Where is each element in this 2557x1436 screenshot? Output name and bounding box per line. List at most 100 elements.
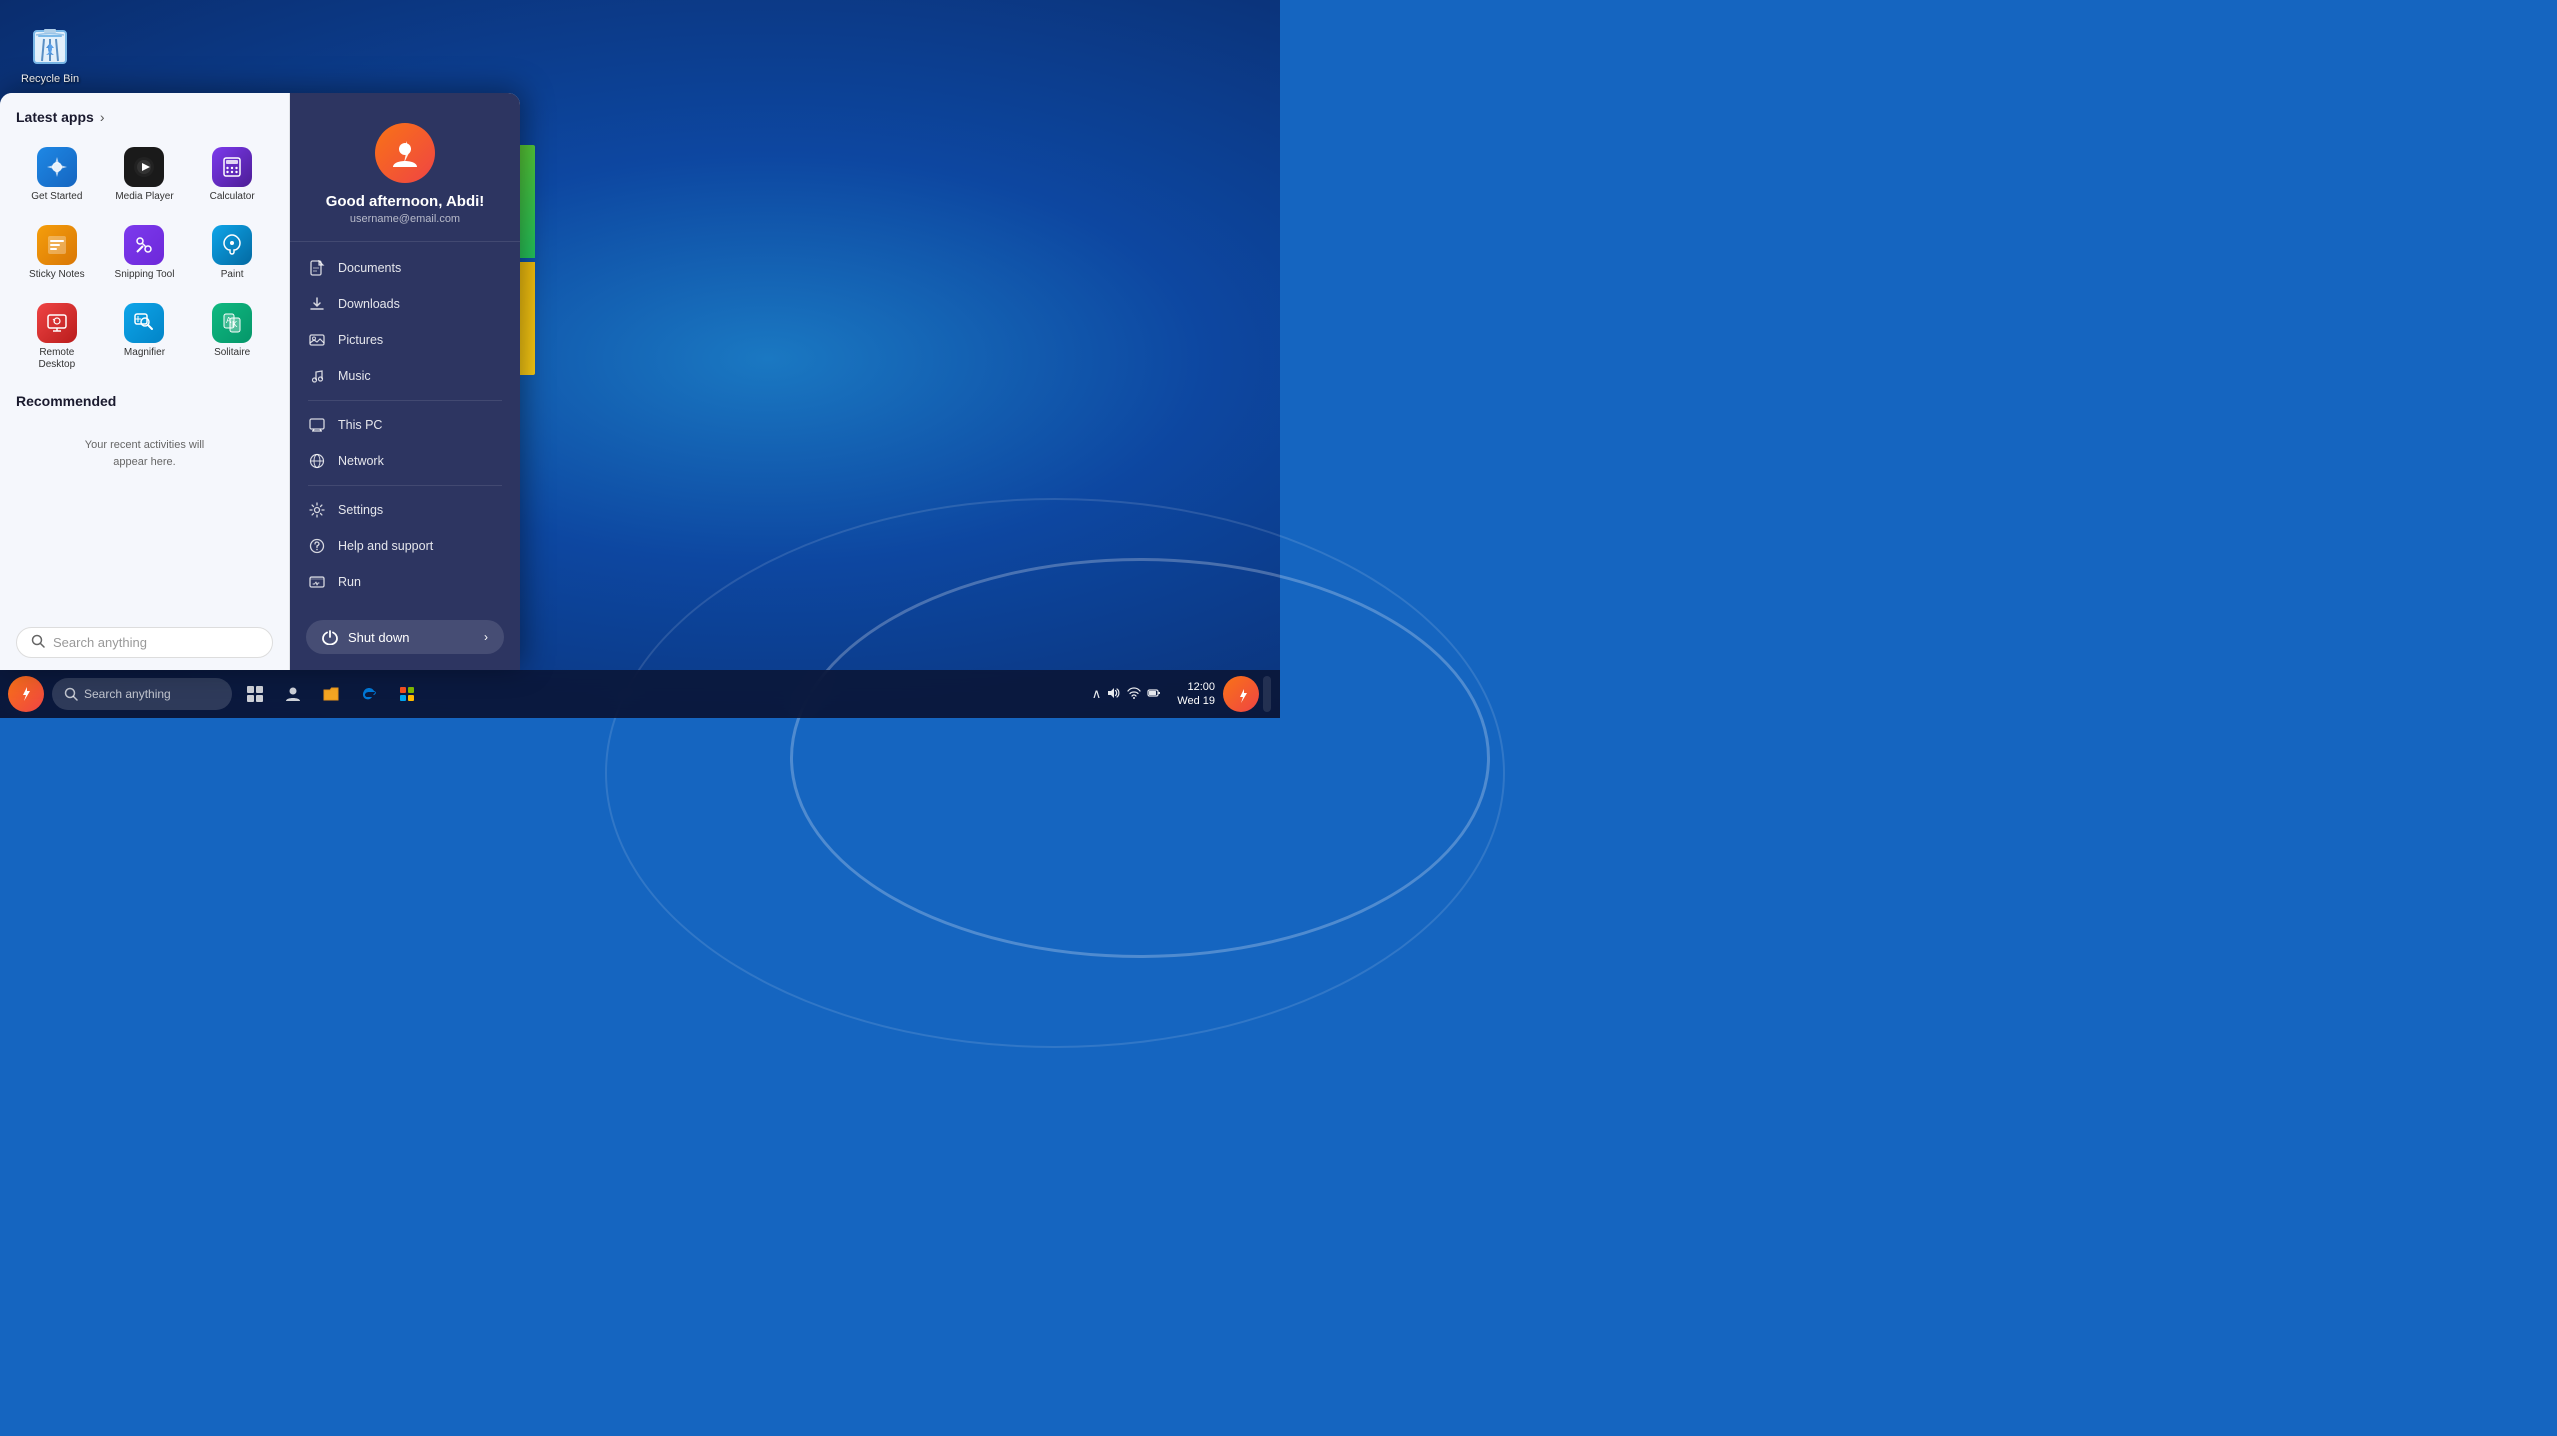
recycle-bin-label: Recycle Bin (21, 73, 79, 85)
taskbar-file-explorer[interactable] (313, 676, 349, 712)
app-paint[interactable]: Paint (191, 217, 273, 289)
documents-label: Documents (338, 261, 401, 275)
start-menu-right: Good afternoon, Abdi! username@email.com… (290, 93, 520, 670)
media-player-label: Media Player (115, 191, 173, 203)
desktop-arc2 (605, 498, 1505, 1048)
menu-item-network[interactable]: Network (290, 443, 520, 479)
pictures-label: Pictures (338, 333, 383, 347)
recommended-section: Recommended Your recent activities willa… (16, 393, 273, 490)
app-remote-desktop[interactable]: Remote Desktop (16, 295, 98, 379)
menu-item-this-pc[interactable]: This PC (290, 407, 520, 443)
menu-item-settings[interactable]: Settings (290, 492, 520, 528)
run-icon (308, 573, 326, 591)
shutdown-button[interactable]: Shut down › (306, 620, 504, 654)
app-snipping-tool[interactable]: Snipping Tool (104, 217, 186, 289)
taskbar-search-bar[interactable]: Search anything (52, 678, 232, 710)
magnifier-icon (124, 303, 164, 343)
tray-wifi[interactable] (1127, 686, 1141, 703)
tray-battery[interactable] (1147, 686, 1161, 703)
notification-center[interactable] (1223, 676, 1259, 712)
clock-time: 12:00 (1187, 680, 1215, 694)
app-media-player[interactable]: Media Player (104, 139, 186, 211)
settings-label: Settings (338, 503, 383, 517)
taskbar-edge[interactable] (351, 676, 387, 712)
solitaire-icon: A K (212, 303, 252, 343)
taskbar-teams[interactable] (275, 676, 311, 712)
snipping-tool-icon (124, 225, 164, 265)
app-get-started[interactable]: Get Started (16, 139, 98, 211)
calculator-label: Calculator (210, 191, 255, 203)
start-search-bar[interactable] (16, 627, 273, 658)
taskbar: Search anything (0, 670, 1280, 718)
tray-chevron[interactable]: ∧ (1092, 686, 1102, 702)
help-label: Help and support (338, 539, 433, 553)
sticky-notes-icon (37, 225, 77, 265)
recommended-title: Recommended (16, 393, 273, 409)
get-started-icon (37, 147, 77, 187)
pictures-icon (308, 331, 326, 349)
remote-desktop-label: Remote Desktop (20, 347, 94, 371)
recycle-bin-image (26, 21, 74, 69)
start-menu: Latest apps › Get Started (0, 93, 520, 670)
clock[interactable]: 12:00 Wed 19 (1177, 680, 1215, 709)
user-profile: Good afternoon, Abdi! username@email.com (290, 93, 520, 242)
menu-divider-1 (308, 400, 502, 401)
get-started-label: Get Started (31, 191, 82, 203)
this-pc-label: This PC (338, 418, 382, 432)
taskbar-search-text: Search anything (84, 687, 171, 701)
snipping-tool-label: Snipping Tool (115, 269, 175, 281)
music-label: Music (338, 369, 371, 383)
media-player-icon (124, 147, 164, 187)
taskbar-search-icon (64, 687, 78, 701)
settings-icon (308, 501, 326, 519)
app-solitaire[interactable]: A K Solitaire (191, 295, 273, 379)
paint-icon (212, 225, 252, 265)
notification-icon (1232, 685, 1250, 703)
music-icon (308, 367, 326, 385)
help-icon (308, 537, 326, 555)
user-email: username@email.com (350, 213, 460, 225)
menu-items-list: Documents Downloads (290, 242, 520, 608)
taskbar-store[interactable] (389, 676, 425, 712)
power-icon (322, 629, 338, 645)
system-tray: ∧ (1084, 686, 1170, 703)
paint-label: Paint (221, 269, 244, 281)
menu-item-pictures[interactable]: Pictures (290, 322, 520, 358)
user-greeting: Good afternoon, Abdi! (326, 193, 485, 210)
remote-desktop-icon (37, 303, 77, 343)
latest-apps-header: Latest apps › (16, 109, 273, 125)
shutdown-arrow-icon: › (484, 630, 488, 644)
magnifier-label: Magnifier (124, 347, 165, 359)
documents-icon (308, 259, 326, 277)
start-search-icon (31, 634, 45, 651)
latest-apps-arrow-icon[interactable]: › (100, 109, 105, 125)
downloads-icon (308, 295, 326, 313)
menu-item-downloads[interactable]: Downloads (290, 286, 520, 322)
apps-grid: Get Started Media Player (16, 139, 273, 379)
menu-item-run[interactable]: Run (290, 564, 520, 600)
shutdown-label: Shut down (348, 630, 409, 645)
show-desktop[interactable] (1263, 676, 1271, 712)
run-label: Run (338, 575, 361, 589)
menu-item-music[interactable]: Music (290, 358, 520, 394)
clock-date: Wed 19 (1177, 694, 1215, 708)
menu-item-help[interactable]: Help and support (290, 528, 520, 564)
taskbar-task-view[interactable] (237, 676, 273, 712)
start-button[interactable] (8, 676, 44, 712)
recommended-empty: Your recent activities willappear here. (16, 417, 273, 490)
recycle-bin-icon[interactable]: Recycle Bin (15, 15, 85, 91)
menu-item-documents[interactable]: Documents (290, 250, 520, 286)
sticky-notes-label: Sticky Notes (29, 269, 85, 281)
menu-divider-2 (308, 485, 502, 486)
app-magnifier[interactable]: Magnifier (104, 295, 186, 379)
start-button-icon (15, 683, 37, 705)
user-avatar[interactable] (375, 123, 435, 183)
app-calculator[interactable]: Calculator (191, 139, 273, 211)
latest-apps-title: Latest apps (16, 109, 94, 125)
app-sticky-notes[interactable]: Sticky Notes (16, 217, 98, 289)
calculator-icon (212, 147, 252, 187)
start-search-input[interactable] (53, 635, 258, 650)
tray-volume[interactable] (1107, 686, 1121, 703)
downloads-label: Downloads (338, 297, 400, 311)
start-menu-left: Latest apps › Get Started (0, 93, 290, 670)
